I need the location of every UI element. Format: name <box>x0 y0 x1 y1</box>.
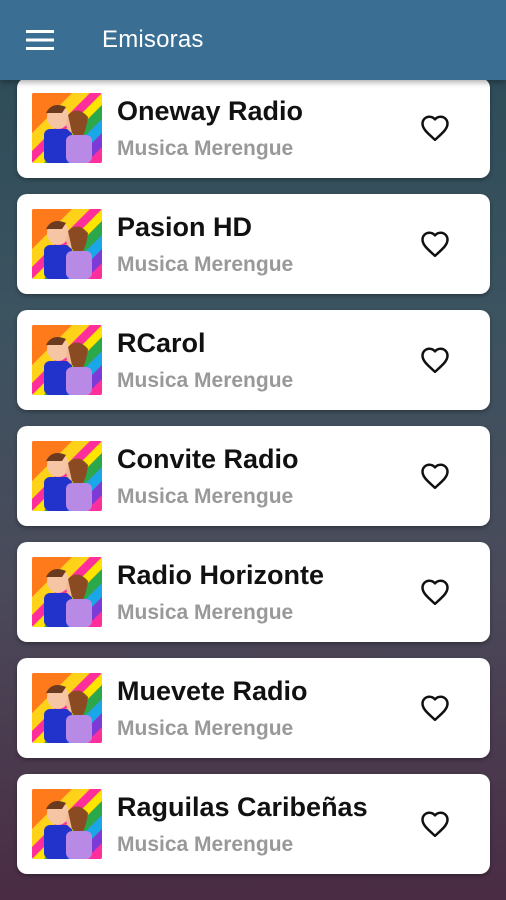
station-thumbnail <box>32 209 102 279</box>
station-card[interactable]: Pasion HD Musica Merengue <box>17 194 490 294</box>
menu-icon <box>26 30 54 50</box>
favorite-button[interactable] <box>418 227 452 261</box>
heart-outline-icon <box>421 811 449 838</box>
station-card[interactable]: Oneway Radio Musica Merengue <box>17 78 490 178</box>
app-bar: Emisoras <box>0 0 506 80</box>
menu-button[interactable] <box>0 0 80 80</box>
station-thumbnail <box>32 673 102 743</box>
favorite-button[interactable] <box>418 807 452 841</box>
station-thumbnail <box>32 557 102 627</box>
heart-outline-icon <box>421 463 449 490</box>
station-thumbnail <box>32 325 102 395</box>
heart-outline-icon <box>421 347 449 374</box>
station-card[interactable]: Raguilas Caribeñas Musica Merengue <box>17 774 490 874</box>
station-list: Oneway Radio Musica Merengue Pasion HD M… <box>17 78 490 890</box>
station-card[interactable]: Convite Radio Musica Merengue <box>17 426 490 526</box>
favorite-button[interactable] <box>418 459 452 493</box>
station-thumbnail <box>32 441 102 511</box>
heart-outline-icon <box>421 695 449 722</box>
page-title: Emisoras <box>102 26 204 53</box>
station-thumbnail <box>32 789 102 859</box>
heart-outline-icon <box>421 231 449 258</box>
favorite-button[interactable] <box>418 691 452 725</box>
station-card[interactable]: Radio Horizonte Musica Merengue <box>17 542 490 642</box>
heart-outline-icon <box>421 115 449 142</box>
favorite-button[interactable] <box>418 575 452 609</box>
station-card[interactable]: RCarol Musica Merengue <box>17 310 490 410</box>
station-card[interactable]: Muevete Radio Musica Merengue <box>17 658 490 758</box>
station-thumbnail <box>32 93 102 163</box>
favorite-button[interactable] <box>418 111 452 145</box>
favorite-button[interactable] <box>418 343 452 377</box>
heart-outline-icon <box>421 579 449 606</box>
